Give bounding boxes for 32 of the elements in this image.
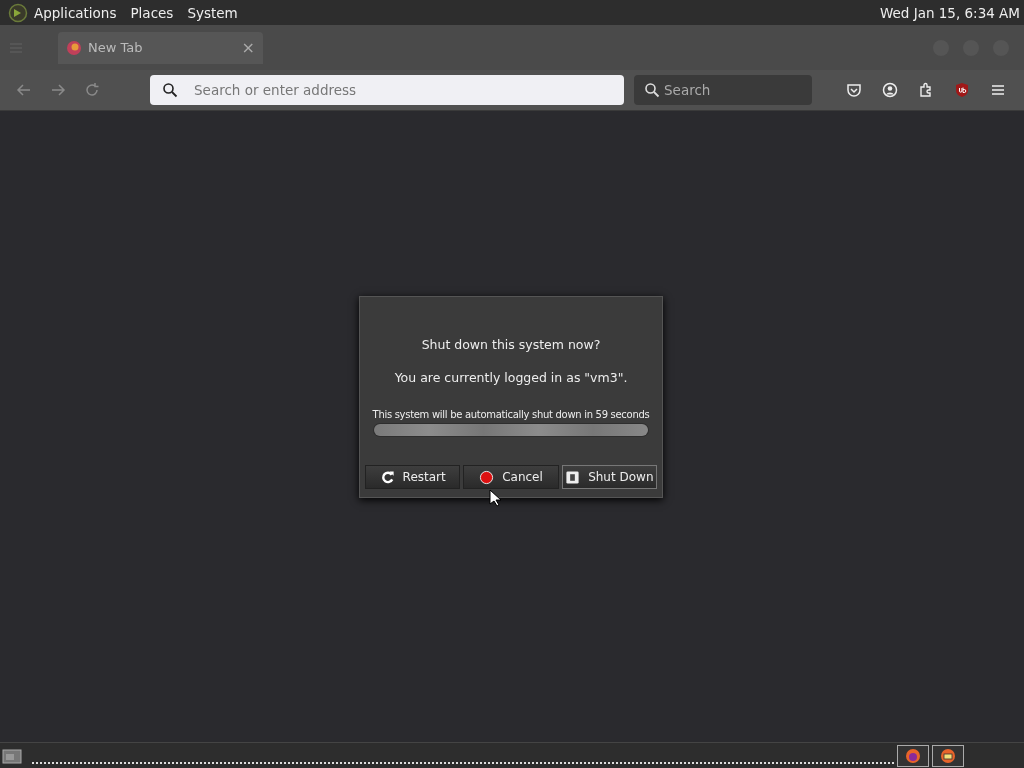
menu-item[interactable]: System [187, 4, 238, 21]
dialog-icon [940, 747, 956, 764]
power-icon [565, 469, 581, 485]
search-icon [162, 82, 178, 98]
menu-item[interactable]: Places [130, 4, 174, 21]
browser-icon [66, 39, 82, 56]
logo-icon[interactable] [8, 2, 28, 23]
taskbar-button[interactable] [932, 744, 964, 767]
browser-icon [905, 747, 921, 764]
shutdown-button[interactable]: Shut Down [561, 465, 657, 489]
taskbar-button[interactable] [897, 744, 929, 767]
countdown-text: This system will be automatically shut down in 59 seconds [372, 409, 650, 420]
puzzle-icon[interactable] [918, 82, 934, 98]
mouse-cursor [489, 489, 501, 507]
dialog-message: You are currently logged in as "vm3". [394, 370, 628, 385]
stop-icon [479, 469, 495, 485]
account-icon[interactable] [882, 82, 898, 98]
menu-icon[interactable] [990, 82, 1006, 98]
menu-item[interactable]: Applications [34, 4, 117, 21]
browser-tab[interactable]: New Tab × [58, 31, 263, 64]
restart-icon [379, 469, 395, 485]
clock[interactable]: Wed Jan 15, 6:34 AM [879, 4, 1020, 21]
search-icon [644, 82, 660, 98]
tab-title: New Tab [88, 40, 144, 55]
restart-button[interactable]: Restart [365, 465, 461, 489]
pocket-icon[interactable] [846, 82, 862, 98]
address-field[interactable]: Search or enter address [150, 75, 624, 105]
dialog-question: Shut down this system now? [421, 337, 601, 352]
desktop-icon[interactable] [2, 746, 22, 765]
cancel-button[interactable]: Cancel [463, 465, 559, 489]
search-field[interactable]: Search [634, 75, 812, 105]
shield-icon[interactable] [954, 82, 970, 98]
